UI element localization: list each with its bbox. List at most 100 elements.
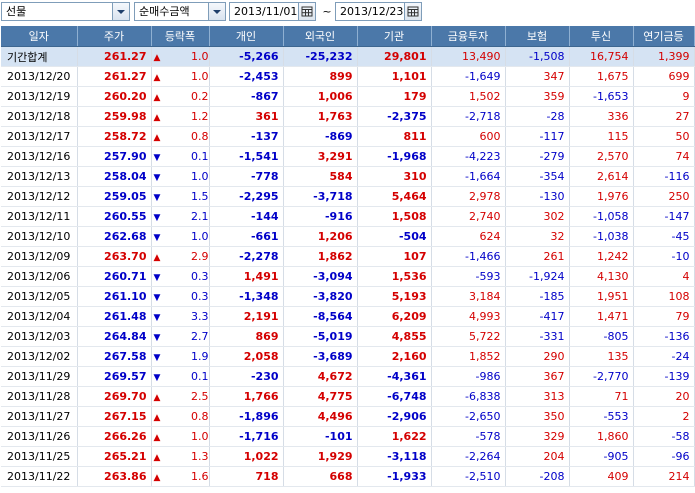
table-row[interactable]: 2013/12/03264.84▼ 2.74869-5,0194,8555,722… [1, 326, 695, 347]
cell-financial-investment: -6,838 [431, 386, 506, 407]
table-row[interactable]: 2013/12/19260.20▲ 0.22-8671,0061791,50235… [1, 86, 695, 107]
amount-dropdown-button[interactable] [208, 2, 226, 21]
cell-foreign: 1,206 [283, 226, 358, 247]
date-from-calendar-button[interactable] [298, 2, 316, 21]
cell-institution: -1,968 [357, 146, 432, 167]
table-row[interactable]: 2013/12/17258.72▲ 0.82-137-869811600-1171… [1, 126, 695, 147]
cell-pension: -96 [633, 446, 695, 467]
market-select[interactable]: 선물 [1, 2, 113, 21]
date-to-calendar-button[interactable] [404, 2, 422, 21]
table-row[interactable]: 2013/11/26266.26▲ 1.05-1,716-1011,622-578… [1, 426, 695, 447]
cell-institution: 1,536 [357, 266, 432, 287]
up-triangle-icon: ▲ [153, 113, 161, 123]
date-from-field[interactable]: 2013/11/01 [229, 2, 299, 21]
cell-change: ▼ 1.99 [151, 346, 210, 367]
cell-investment-trust: 4,130 [569, 266, 634, 287]
cell-change: ▼ 2.13 [151, 206, 210, 227]
cell-change: ▼ 1.01 [151, 166, 210, 187]
table-row[interactable]: 2013/12/09263.70▲ 2.99-2,2781,862107-1,46… [1, 246, 695, 267]
cell-date: 2013/11/26 [1, 426, 78, 447]
calendar-icon [301, 6, 313, 17]
table-row[interactable]: 2013/11/27267.15▲ 0.89-1,8964,496-2,906-2… [1, 406, 695, 427]
column-header-price[interactable]: 주가 [77, 26, 152, 47]
change-value: 2.74 [191, 330, 209, 343]
market-dropdown-button[interactable] [112, 2, 130, 21]
table-row[interactable]: 2013/12/20261.27▲ 1.07-2,4538991,101-1,64… [1, 66, 695, 87]
cell-price: 261.10 [77, 286, 152, 307]
cell-investment-trust: 1,951 [569, 286, 634, 307]
cell-foreign: -3,094 [283, 266, 358, 287]
down-triangle-icon: ▼ [153, 293, 161, 303]
table-row[interactable]: 2013/11/28269.70▲ 2.551,7664,775-6,748-6,… [1, 386, 695, 407]
cell-institution: 5,464 [357, 186, 432, 207]
table-row[interactable]: 2013/11/29269.57▼ 0.13-2304,672-4,361-986… [1, 366, 695, 387]
table-row[interactable]: 2013/12/10262.68▼1.02-6611,206-50462432-… [1, 226, 695, 247]
table-row[interactable]: 2013/12/16257.90▼ 0.14-1,5413,291-1,968-4… [1, 146, 695, 167]
cell-foreign: -3,820 [283, 286, 358, 307]
column-header-change[interactable]: 등락폭 [151, 26, 210, 47]
cell-price: 260.55 [77, 206, 152, 227]
cell-insurance: -28 [505, 106, 570, 127]
cell-price: 269.57 [77, 366, 152, 387]
cell-change: ▼ 1.50 [151, 186, 210, 207]
cell-pension: 79 [633, 306, 695, 327]
table-row[interactable]: 2013/12/02267.58▼ 1.992,058-3,6892,1601,8… [1, 346, 695, 367]
table-row[interactable]: 2013/12/11260.55▼ 2.13-144-9161,5082,7403… [1, 206, 695, 227]
cell-institution: 29,801 [357, 46, 432, 67]
cell-date: 기간합계 [1, 46, 78, 67]
cell-foreign: -3,689 [283, 346, 358, 367]
change-value: 0.38 [191, 290, 209, 303]
date-to-field[interactable]: 2013/12/23 [335, 2, 405, 21]
column-header-individual[interactable]: 개인 [209, 26, 284, 47]
change-value: 0.13 [191, 370, 209, 383]
cell-change: ▼ 0.38 [151, 286, 210, 307]
cell-change: ▼ 0.13 [151, 366, 210, 387]
cell-price: 267.15 [77, 406, 152, 427]
cell-pension: 4 [633, 266, 695, 287]
column-header-financial-investment[interactable]: 금융투자 [431, 26, 506, 47]
total-row[interactable]: 기간합계261.27▲ 1.07-5,266-25,23229,80113,490… [1, 46, 695, 67]
cell-pension: 2 [633, 406, 695, 427]
cell-financial-investment: 3,184 [431, 286, 506, 307]
table-row[interactable]: 2013/12/18259.98▲ 1.263611,763-2,375-2,71… [1, 106, 695, 127]
cell-date: 2013/12/11 [1, 206, 78, 227]
column-header-institution[interactable]: 기관 [357, 26, 432, 47]
table-row[interactable]: 2013/12/13258.04▼ 1.01-778584310-1,664-35… [1, 166, 695, 187]
cell-foreign: 4,496 [283, 406, 358, 427]
cell-financial-investment: -2,264 [431, 446, 506, 467]
table-row[interactable]: 2013/12/04261.48▼ 3.362,191-8,5646,2094,9… [1, 306, 695, 327]
amount-select[interactable]: 순매수금액 [134, 2, 209, 21]
column-header-investment-trust[interactable]: 투신 [569, 26, 634, 47]
up-triangle-icon: ▲ [153, 433, 161, 443]
cell-investment-trust: 2,570 [569, 146, 634, 167]
cell-date: 2013/12/20 [1, 66, 78, 87]
cell-insurance: 290 [505, 346, 570, 367]
cell-change: ▼ 0.14 [151, 146, 210, 167]
cell-price: 269.70 [77, 386, 152, 407]
cell-financial-investment: -2,650 [431, 406, 506, 427]
table-row[interactable]: 2013/11/25265.21▲ 1.351,0221,929-3,118-2,… [1, 446, 695, 467]
cell-insurance: -331 [505, 326, 570, 347]
cell-change: ▼ 0.39 [151, 266, 210, 287]
cell-financial-investment: 2,740 [431, 206, 506, 227]
cell-individual: 1,491 [209, 266, 284, 287]
column-header-date[interactable]: 일자 [1, 26, 78, 47]
table-row[interactable]: 2013/12/06260.71▼ 0.391,491-3,0941,536-59… [1, 266, 695, 287]
column-header-pension[interactable]: 연기금등 [633, 26, 695, 47]
cell-change: ▼ 1.02 [151, 226, 210, 247]
cell-insurance: -1,508 [505, 46, 570, 67]
cell-change: ▲ 2.99 [151, 246, 210, 267]
cell-institution: -504 [357, 226, 432, 247]
table-row[interactable]: 2013/12/05261.10▼ 0.38-1,348-3,8205,1933,… [1, 286, 695, 307]
cell-pension: -10 [633, 246, 695, 267]
up-triangle-icon: ▲ [153, 393, 161, 403]
table-row[interactable]: 2013/12/12259.05▼ 1.50-2,295-3,7185,4642,… [1, 186, 695, 207]
cell-pension: 1,399 [633, 46, 695, 67]
cell-investment-trust: 1,860 [569, 426, 634, 447]
column-header-insurance[interactable]: 보험 [505, 26, 570, 47]
cell-insurance: -117 [505, 126, 570, 147]
column-header-foreign[interactable]: 외국인 [283, 26, 358, 47]
table-row[interactable]: 2013/11/22263.86▲ 1.66718668-1,933-2,510-… [1, 466, 695, 487]
cell-investment-trust: -1,038 [569, 226, 634, 247]
cell-foreign: 3,291 [283, 146, 358, 167]
